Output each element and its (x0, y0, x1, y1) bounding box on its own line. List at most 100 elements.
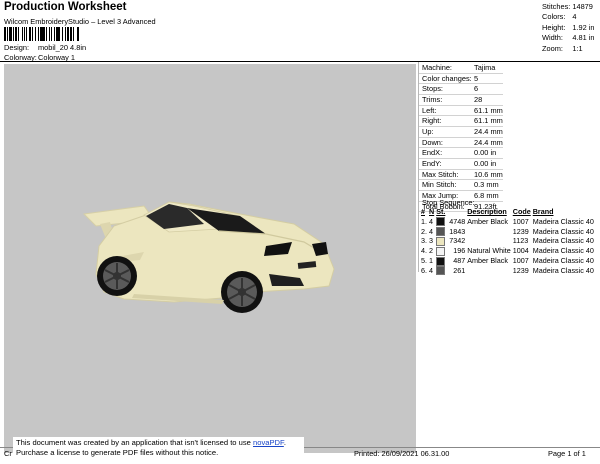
needle-number: 4 (429, 265, 433, 275)
printed-date: Printed: 26/09/2021 06.31.00 (354, 449, 450, 458)
stat-label: Stitches: (542, 2, 571, 11)
stitch-count: 487 (453, 255, 466, 265)
license-notice: This document was created by an applicat… (13, 437, 304, 459)
needle-number: 3 (429, 236, 433, 246)
stop-sequence-title: Stop Sequence: (422, 198, 475, 207)
design-label: Design: (4, 43, 30, 52)
barcode (4, 27, 128, 41)
spec-row: Max Stitch: 10.6 mm (419, 169, 503, 180)
spec-label: EndX: (422, 148, 443, 158)
machine-specs-table: Machine: Tajima Color changes: 5 Stops: 6 Trim… (419, 63, 503, 212)
spec-label: Machine: (422, 63, 452, 72)
spec-label: Min Stitch: (422, 180, 457, 190)
spec-row: EndY: 0.00 in (419, 158, 503, 170)
design-preview (4, 64, 416, 453)
spec-label: EndY: (422, 158, 442, 168)
thread-brand: Madeira Classic 40 (532, 226, 594, 236)
stat-row: Height: 1.92 in (542, 23, 597, 33)
thread-brand: Madeira Classic 40 (532, 216, 594, 226)
thread-brand: Madeira Classic 40 (532, 255, 594, 265)
stop-sequence-table: # N St. Description Code Brand 1. 4 4748 Amber B… (420, 207, 595, 276)
spec-label: Trims: (422, 94, 443, 104)
color-swatch-cell (435, 227, 448, 237)
spec-value: 0.00 in (474, 148, 497, 158)
stat-value: 14879 (572, 2, 593, 11)
color-swatch-cell (435, 256, 448, 266)
spec-label: Down: (422, 137, 443, 147)
color-swatch-cell (435, 236, 448, 246)
thread-code: 1007 (512, 216, 529, 226)
stat-value: 4 (572, 12, 577, 22)
stat-value: 4.81 in (572, 33, 595, 43)
spec-row: Left: 61.1 mm (419, 105, 503, 116)
column-header: Brand (532, 207, 554, 216)
stop-row: 3. 3 7342 1123 Madeira Classic 40 (420, 236, 595, 246)
stitch-count: 4748 (449, 216, 466, 226)
thread-code: 1007 (512, 255, 529, 265)
spec-row: Right: 61.1 mm (419, 116, 503, 127)
thread-description: Natural White (467, 246, 511, 256)
stat-label: Width: (542, 33, 563, 43)
spec-value: 0.3 mm (474, 180, 499, 190)
color-swatch-cell (435, 266, 448, 276)
column-header: Description (467, 207, 507, 216)
thread-code: 1123 (512, 236, 529, 246)
stat-value: 1.92 in (572, 22, 595, 32)
stop-number: 5. (421, 255, 427, 265)
stat-row: Stitches: 14879 (542, 2, 597, 12)
stop-row: 6. 4 261 1239 Madeira Classic 40 (420, 266, 595, 276)
stitch-count: 1843 (449, 226, 466, 236)
needle-number: 1 (429, 255, 433, 265)
stop-row: 4. 2 196 Natural White 1004 Madeira Classic 4… (420, 246, 595, 256)
spec-label: Stops: (422, 84, 443, 94)
spec-row: Trims: 28 (419, 94, 503, 106)
thread-code: 1004 (512, 246, 529, 256)
spec-value: 5 (474, 73, 479, 83)
stat-label: Height: (542, 22, 566, 32)
thread-code: 1239 (512, 226, 529, 236)
spec-value: 10.6 mm (474, 169, 503, 179)
thread-description: Amber Black (467, 255, 508, 265)
notice-line-1: This document was created by an applicat… (16, 438, 251, 447)
thread-brand: Madeira Classic 40 (532, 265, 594, 275)
stop-number: 1. (421, 216, 427, 226)
spec-value: 24.4 mm (474, 126, 503, 136)
stop-number: 4. (421, 246, 427, 256)
spec-value: Tajima (474, 63, 496, 72)
spec-row: Min Stitch: 0.3 mm (419, 180, 503, 191)
software-subtitle: Wilcom EmbroideryStudio – Level 3 Advanc… (4, 17, 156, 26)
spec-row: Color changes: 5 (419, 73, 503, 84)
color-swatch-cell (435, 246, 448, 256)
spec-label: Max Stitch: (422, 169, 459, 179)
header-divider (0, 61, 600, 62)
spec-value: 6.8 mm (474, 190, 499, 200)
spec-value: 28 (474, 94, 483, 104)
stat-label: Colors: (542, 12, 566, 22)
thread-code: 1239 (512, 265, 529, 275)
spec-row: Stops: 6 (419, 84, 503, 95)
stop-sequence-header-row: # N St. Description Code Brand (420, 207, 595, 217)
thread-brand: Madeira Classic 40 (532, 246, 594, 256)
embroidery-car-image (82, 201, 335, 313)
spec-value: 0.00 in (474, 158, 497, 168)
spec-label: Left: (422, 105, 437, 115)
design-line: Design: mobil_20 4.8in (4, 43, 86, 52)
novapdf-link[interactable]: novaPDF (253, 438, 284, 447)
footer-cr: Cr (4, 449, 12, 458)
color-swatch-cell (435, 217, 448, 227)
thread-description (466, 227, 512, 237)
spec-label: Up: (422, 126, 434, 136)
spec-value: 24.4 mm (474, 137, 503, 147)
stop-number: 6. (421, 265, 427, 275)
spec-label: Color changes: (422, 73, 472, 83)
stop-row: 1. 4 4748 Amber Black 1007 Madeira Classic 40 (420, 217, 595, 227)
page-number: Page 1 of 1 (548, 449, 586, 458)
stop-row: 2. 4 1843 1239 Madeira Classic 40 (420, 227, 595, 237)
column-header: # (421, 207, 425, 216)
needle-number: 2 (429, 246, 433, 256)
stat-row: Colors: 4 (542, 12, 597, 22)
spec-row: Up: 24.4 mm (419, 126, 503, 138)
column-header: St. (436, 207, 446, 216)
thread-description: Amber Black (467, 216, 508, 226)
stats-table: Stitches: 14879 Colors: 4 Height: 1.92 in Widt… (542, 2, 597, 54)
